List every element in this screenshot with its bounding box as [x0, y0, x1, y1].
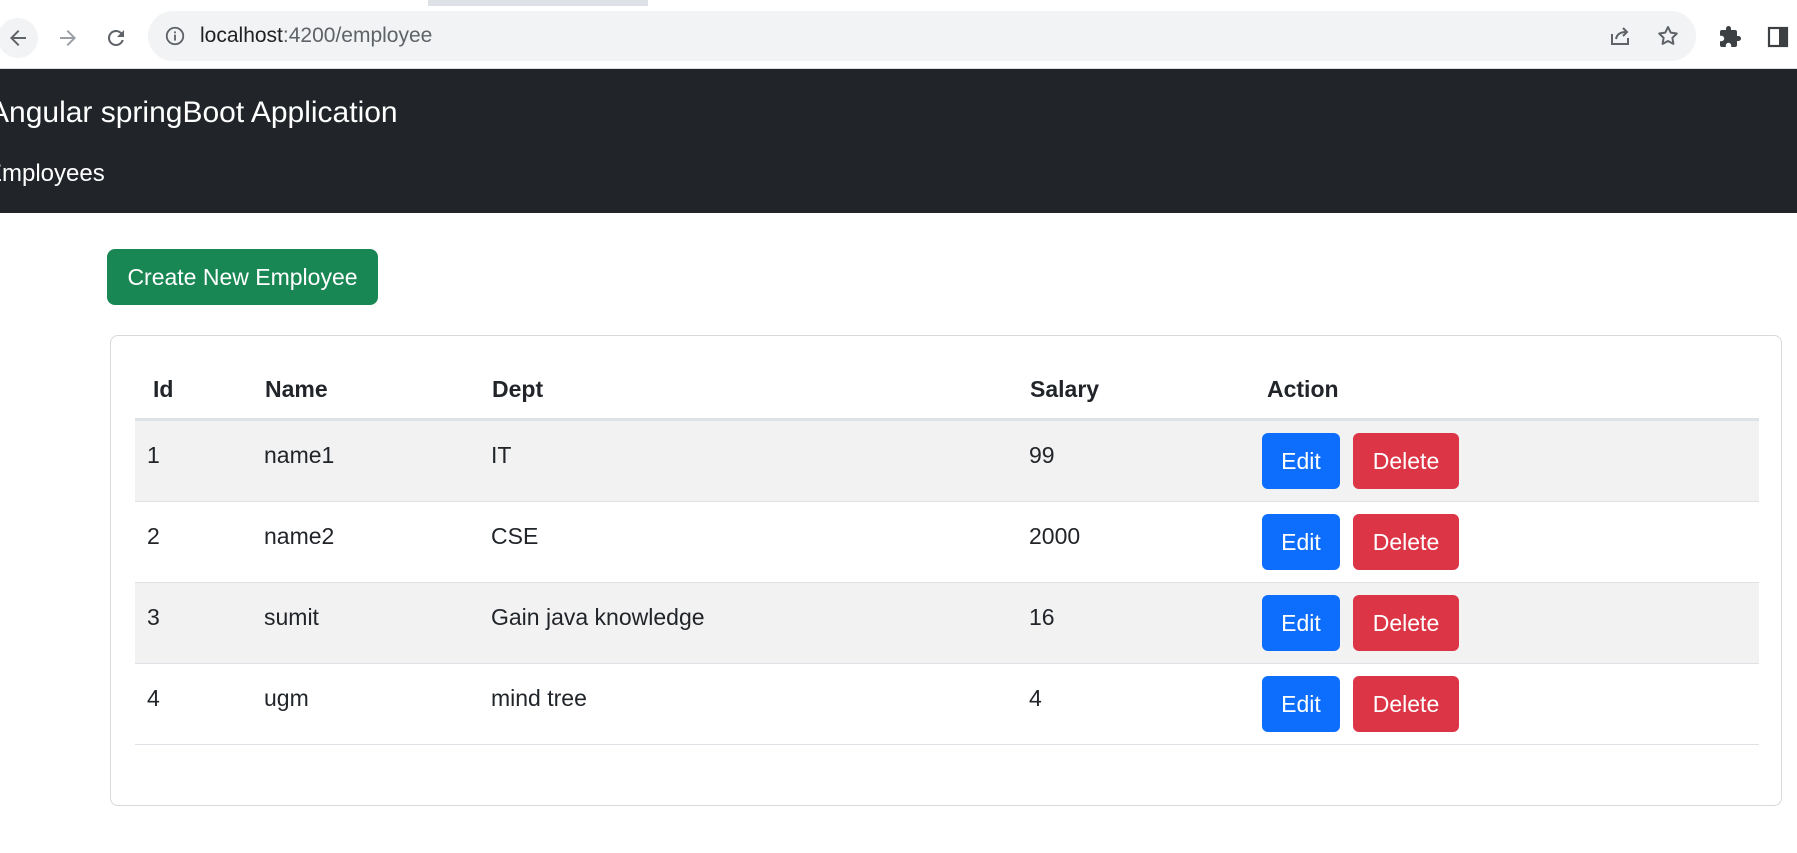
employee-card: Id Name Dept Salary Action 1 name1 IT 99… [110, 335, 1782, 806]
delete-button[interactable]: Delete [1353, 676, 1459, 732]
header-dept: Dept [491, 360, 1029, 421]
cell-dept: mind tree [491, 663, 1029, 745]
cell-name: name2 [264, 501, 491, 583]
id-value: 1 [147, 442, 160, 468]
cell-dept: CSE [491, 501, 1029, 583]
edit-button[interactable]: Edit [1262, 514, 1340, 570]
cell-id: 4 [135, 663, 264, 745]
side-panel-icon [1767, 26, 1789, 48]
name-value: ugm [264, 685, 309, 711]
share-button[interactable] [1608, 24, 1632, 48]
app-navbar: Angular springBoot Application Employees [0, 69, 1797, 213]
salary-value: 2000 [1029, 523, 1081, 549]
header-label: Salary [1030, 375, 1100, 402]
name-value: sumit [264, 604, 319, 630]
cell-id: 1 [135, 419, 264, 502]
bookmark-button[interactable] [1656, 24, 1680, 48]
url-host: localhost [200, 24, 283, 47]
table-row: 2 name2 CSE 2000 Edit Delete [135, 501, 1759, 583]
cell-salary: 99 [1029, 419, 1262, 502]
table-row: 1 name1 IT 99 Edit Delete [135, 419, 1759, 502]
cell-action: Edit Delete [1262, 582, 1759, 664]
edit-button[interactable]: Edit [1262, 676, 1340, 732]
dept-value: Gain java knowledge [491, 604, 705, 630]
delete-button[interactable]: Delete [1353, 433, 1459, 489]
dept-value: mind tree [491, 685, 587, 711]
puzzle-icon [1720, 26, 1741, 47]
header-label: Name [265, 375, 328, 402]
cell-dept: IT [491, 419, 1029, 502]
create-employee-button[interactable]: Create New Employee [107, 249, 378, 305]
address-bar[interactable]: localhost:4200/employee [148, 11, 1696, 61]
table-row: 4 ugm mind tree 4 Edit Delete [135, 663, 1759, 745]
salary-value: 16 [1029, 604, 1055, 630]
cell-name: sumit [264, 582, 491, 664]
dept-value: CSE [491, 523, 539, 549]
cell-salary: 4 [1029, 663, 1262, 745]
cell-id: 3 [135, 582, 264, 664]
side-panel-button[interactable] [1765, 24, 1791, 50]
header-salary: Salary [1029, 360, 1262, 421]
cell-action: Edit Delete [1262, 419, 1759, 502]
delete-button[interactable]: Delete [1353, 514, 1459, 570]
cell-salary: 16 [1029, 582, 1262, 664]
name-value: name1 [264, 442, 335, 468]
cell-action: Edit Delete [1262, 663, 1759, 745]
arrow-right-icon [60, 30, 76, 46]
header-label: Dept [492, 375, 544, 402]
header-label: Id [153, 375, 174, 402]
url-text: localhost:4200/employee [200, 24, 432, 48]
table-row: 3 sumit Gain java knowledge 16 Edit Delet… [135, 582, 1759, 664]
header-action: Action [1262, 360, 1759, 421]
star-icon [1658, 26, 1678, 45]
salary-value: 99 [1029, 442, 1055, 468]
reload-button[interactable] [96, 18, 136, 58]
id-value: 2 [147, 523, 160, 549]
header-name: Name [264, 360, 491, 421]
dept-value: IT [491, 442, 512, 468]
salary-value: 4 [1029, 685, 1042, 711]
back-button[interactable] [0, 18, 38, 58]
id-value: 4 [147, 685, 160, 711]
cell-id: 2 [135, 501, 264, 583]
header-label: Action [1267, 375, 1339, 402]
edit-button[interactable]: Edit [1262, 433, 1340, 489]
header-id: Id [135, 360, 264, 421]
cell-name: name1 [264, 419, 491, 502]
browser-toolbar: localhost:4200/employee [0, 6, 1797, 69]
id-value: 3 [147, 604, 160, 630]
reload-icon [107, 29, 124, 46]
forward-button[interactable] [48, 18, 88, 58]
delete-button[interactable]: Delete [1353, 595, 1459, 651]
extensions-button[interactable] [1717, 24, 1743, 50]
arrow-left-icon [10, 30, 26, 46]
url-path: :4200/employee [282, 24, 433, 47]
cell-name: ugm [264, 663, 491, 745]
cell-dept: Gain java knowledge [491, 582, 1029, 664]
edit-button[interactable]: Edit [1262, 595, 1340, 651]
table-header-row: Id Name Dept Salary Action [135, 360, 1759, 421]
navbar-brand[interactable]: Angular springBoot Application [0, 94, 398, 132]
share-icon [1611, 27, 1629, 45]
info-icon[interactable] [164, 25, 186, 47]
employee-table: Id Name Dept Salary Action 1 name1 IT 99… [135, 360, 1759, 745]
cell-action: Edit Delete [1262, 501, 1759, 583]
cell-salary: 2000 [1029, 501, 1262, 583]
name-value: name2 [264, 523, 335, 549]
nav-link-employees[interactable]: Employees [0, 159, 105, 189]
